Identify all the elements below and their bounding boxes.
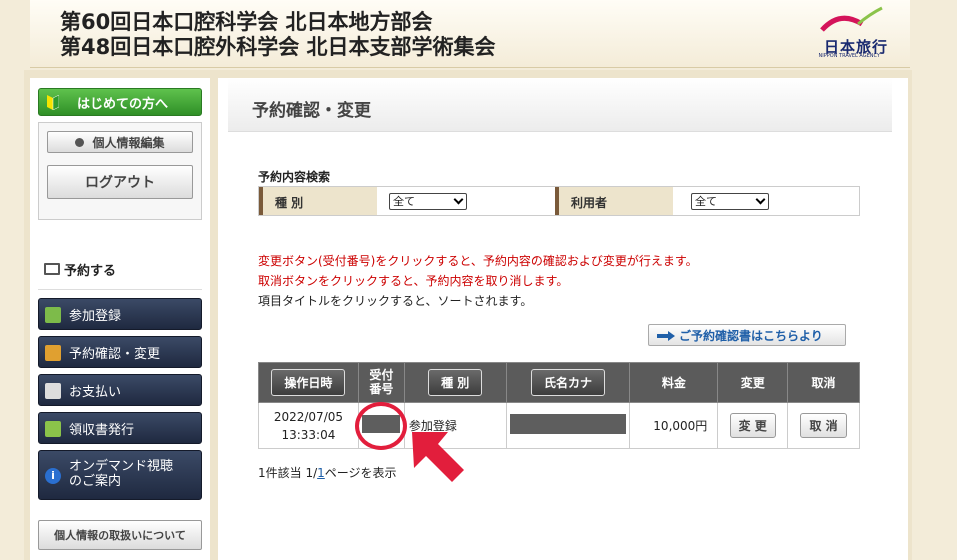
edit-profile-button[interactable]: 個人情報編集	[47, 131, 193, 153]
nav-registration[interactable]: 参加登録	[38, 298, 202, 330]
account-box: 個人情報編集 ログアウト	[38, 122, 202, 220]
col-receipt-line1: 受付	[369, 368, 394, 383]
row-date: 2022/07/05	[273, 409, 344, 424]
nav-receipt[interactable]: 領収書発行	[38, 412, 202, 444]
info-icon: i	[45, 468, 61, 484]
site-header: 第60回日本口腔科学会 北日本地方部会 第48回日本口腔外科学会 北日本支部学術…	[30, 0, 910, 68]
receipt-icon	[45, 421, 61, 437]
nav-on-demand-line2: のご案内	[69, 474, 122, 489]
beginner-mark-icon	[47, 95, 59, 110]
col-receipt-no: 受付 番号	[357, 362, 405, 403]
logo-subtext: NIPPON TRAVEL AGENCY	[818, 53, 880, 59]
privacy-policy-button[interactable]: 個人情報の取扱いについて	[38, 520, 202, 550]
reservation-table: 操作日時 受付 番号 種 別 氏名カナ 料金 変更 取消 2022/07/05 …	[258, 362, 860, 449]
highlight-circle	[355, 402, 407, 450]
instruction-change: 変更ボタン(受付番号)をクリックすると、予約内容の確認および変更が行えます。	[258, 254, 698, 268]
change-button[interactable]: 変 更	[729, 413, 776, 438]
table-row: 2022/07/05 13:33:04 参加登録 10,000円 変 更 取 消	[258, 402, 860, 449]
search-form: 種 別 全て 利用者 全て	[258, 186, 860, 216]
col-type: 種 別	[403, 362, 507, 403]
type-filter-value: 全て	[393, 195, 415, 208]
reserve-section-title: 予約する	[38, 250, 202, 290]
logout-button[interactable]: ログアウト	[47, 165, 193, 199]
row-datetime: 2022/07/05 13:33:04	[258, 402, 359, 449]
row-change-cell: 変 更	[717, 402, 789, 449]
site-title-line2: 第48回日本口腔外科学会 北日本支部学術集会	[60, 35, 496, 59]
main-overlay: 予約内容検索 種 別 全て 利用者 全て 変更ボタン(受付番号)をクリックすると…	[218, 78, 908, 560]
confirmation-document-link[interactable]: ご予約確認書はこちらより	[648, 324, 846, 346]
payment-icon	[45, 383, 61, 399]
type-filter-select[interactable]: 全て	[389, 193, 467, 210]
chevron-down-icon	[755, 194, 766, 205]
search-title: 予約内容検索	[258, 170, 331, 184]
name-redacted	[509, 414, 626, 434]
confirmation-document-label: ご予約確認書はこちらより	[679, 328, 823, 343]
row-name-kana	[505, 402, 631, 449]
col-change: 変更	[717, 362, 789, 403]
sort-type-button[interactable]: 種 別	[428, 369, 483, 396]
pager-suffix: ページを表示	[324, 466, 397, 480]
col-cancel: 取消	[787, 362, 860, 403]
user-filter-value: 全て	[695, 195, 717, 208]
table-header-row: 操作日時 受付 番号 種 別 氏名カナ 料金 変更 取消	[258, 362, 860, 403]
arrow-right-icon	[657, 331, 675, 341]
person-icon	[45, 307, 61, 323]
nav-reservation-confirm-label: 予約確認・変更	[69, 346, 161, 362]
instruction-sort: 項目タイトルをクリックすると、ソートされます。	[258, 294, 533, 308]
user-filter-select[interactable]: 全て	[691, 193, 769, 210]
col-receipt-line2: 番号	[369, 381, 394, 396]
nav-payment-label: お支払い	[69, 384, 122, 400]
reserve-section-label: 予約する	[64, 264, 117, 279]
sort-datetime-button[interactable]: 操作日時	[271, 369, 346, 396]
pointer-arrow-icon	[412, 432, 464, 482]
row-time: 13:33:04	[281, 427, 336, 442]
pager-page-link[interactable]: 1	[317, 466, 325, 480]
instruction-cancel: 取消ボタンをクリックすると、予約内容を取り消します。	[258, 274, 569, 288]
col-name-kana: 氏名カナ	[505, 362, 631, 403]
pager-prefix: 1件該当 1/	[258, 466, 318, 480]
nav-registration-label: 参加登録	[69, 308, 122, 324]
edit-profile-label: 個人情報編集	[92, 135, 165, 150]
nav-reservation-confirm[interactable]: 予約確認・変更	[38, 336, 202, 368]
nav-on-demand[interactable]: i オンデマンド視聴 のご案内	[38, 450, 202, 500]
type-filter-label: 種 別	[259, 187, 377, 215]
sort-name-button[interactable]: 氏名カナ	[530, 369, 605, 396]
nav-payment[interactable]: お支払い	[38, 374, 202, 406]
computer-icon	[44, 263, 60, 275]
user-filter-label: 利用者	[555, 187, 673, 215]
sidebar: はじめての方へ 個人情報編集 ログアウト 予約する 参加登録 予約確認・変更 お…	[30, 78, 210, 560]
row-fee: 10,000円	[629, 402, 719, 449]
circle-arrow-icon	[75, 137, 85, 147]
chevron-down-icon	[453, 194, 464, 205]
row-cancel-cell: 取 消	[787, 402, 860, 449]
nav-on-demand-line1: オンデマンド視聴	[69, 459, 174, 475]
first-time-button[interactable]: はじめての方へ	[38, 88, 202, 116]
col-fee: 料金	[629, 362, 719, 403]
first-time-label: はじめての方へ	[77, 96, 169, 112]
nav-receipt-label: 領収書発行	[69, 422, 135, 438]
pager: 1件該当 1/1ページを表示	[258, 464, 397, 481]
cancel-button[interactable]: 取 消	[800, 413, 847, 438]
col-datetime: 操作日時	[258, 362, 359, 403]
clipboard-icon	[45, 345, 61, 361]
